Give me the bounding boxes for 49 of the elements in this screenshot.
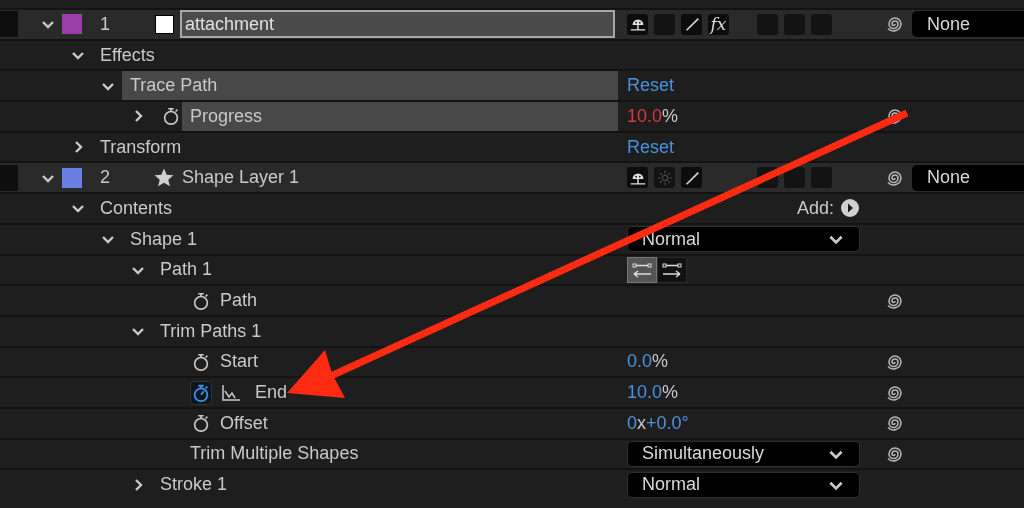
property-value[interactable]: 10.0% [627, 105, 679, 127]
property-name: Start [220, 351, 258, 373]
property-value[interactable]: 0x+0.0° [627, 412, 689, 434]
collapse-switch[interactable] [654, 167, 675, 189]
property-name: Path 1 [160, 259, 213, 281]
layer-name-field[interactable]: attachment [180, 10, 615, 39]
reset-link[interactable]: Reset [627, 136, 675, 158]
reset-link[interactable]: Reset [627, 75, 675, 97]
add-label: Add: [796, 197, 834, 219]
property-name: Shape 1 [130, 228, 198, 250]
quality-switch[interactable] [681, 13, 702, 35]
stopwatch-icon[interactable] [191, 351, 211, 372]
property-name: Effects [100, 44, 155, 66]
property-name: Stroke 1 [160, 474, 228, 496]
layer-name[interactable]: Shape Layer 1 [182, 167, 300, 189]
solid-swatch-icon [154, 14, 174, 34]
parent-dropdown[interactable]: None [912, 164, 1024, 191]
property-value[interactable]: 0.0% [627, 351, 669, 373]
stopwatch-icon[interactable] [161, 106, 181, 127]
parent-dropdown[interactable]: None [912, 11, 1024, 38]
shy-switch[interactable] [627, 13, 648, 35]
property-name: End [255, 382, 288, 404]
property-name: Contents [100, 197, 173, 219]
property-name: Transform [100, 136, 182, 158]
shy-switch[interactable] [627, 167, 648, 189]
blend-mode-dropdown[interactable]: Normal [627, 471, 860, 498]
property-name: Progress [182, 102, 618, 131]
quality-switch[interactable] [681, 167, 702, 189]
property-name: Trim Multiple Shapes [190, 443, 359, 465]
sun-icon [655, 168, 674, 187]
label-color-swatch[interactable] [62, 14, 82, 35]
property-name: Path [220, 290, 258, 312]
dropdown-value: Simultaneously [642, 443, 765, 465]
dropdown-value: Normal [642, 474, 700, 496]
layer-number: 1 [100, 13, 111, 35]
stopwatch-icon[interactable] [191, 290, 211, 311]
stopwatch-icon[interactable] [191, 413, 211, 434]
property-name: Trim Paths 1 [160, 320, 262, 342]
blend-mode-dropdown[interactable]: Simultaneously [627, 440, 860, 467]
path-direction-button[interactable] [657, 256, 687, 283]
effects-switch[interactable]: fx [708, 13, 729, 35]
path-direction-button[interactable] [627, 256, 657, 283]
layer-number: 2 [100, 167, 111, 189]
stopwatch-icon[interactable] [191, 382, 211, 403]
property-name: Trace Path [122, 71, 618, 101]
play-icon[interactable] [840, 198, 860, 219]
label-color-swatch[interactable] [62, 167, 82, 188]
property-value[interactable]: 10.0% [627, 382, 679, 404]
property-name: Offset [220, 412, 268, 434]
